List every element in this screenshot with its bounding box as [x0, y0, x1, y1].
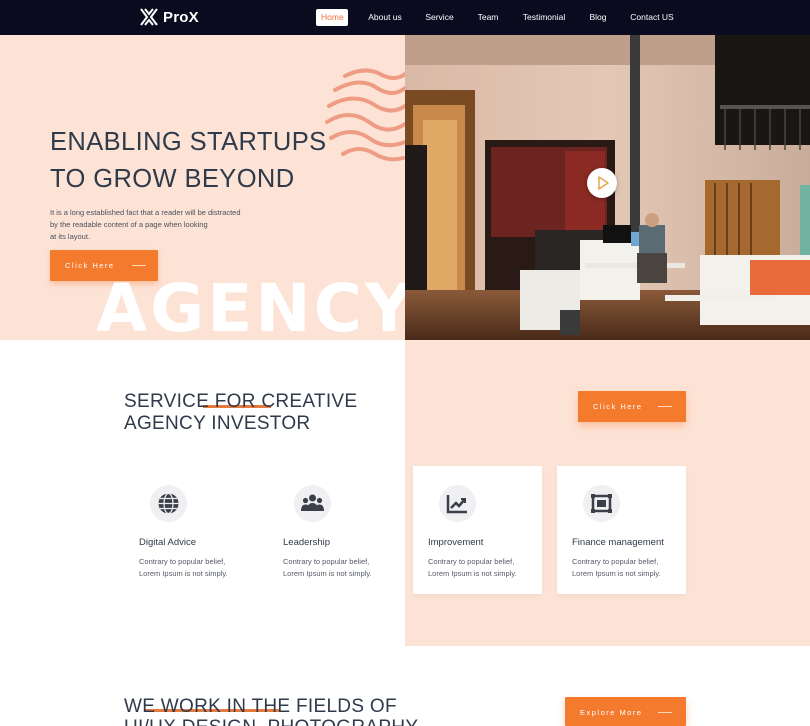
service-button-label: Click Here	[593, 402, 643, 411]
card-description-line2: Lorem Ipsum is not simply.	[572, 569, 661, 578]
globe-icon	[158, 492, 179, 515]
card-title: Digital Advice	[139, 537, 197, 548]
service-card-improvement[interactable]: Improvement Contrary to popular belief, …	[413, 466, 542, 594]
service-card-finance-management[interactable]: Finance management Contrary to popular b…	[557, 466, 686, 594]
hero-button-label: Click Here	[65, 261, 115, 270]
card-title: Finance management	[572, 537, 664, 548]
grid-icon	[591, 494, 612, 513]
play-video-button[interactable]	[587, 168, 617, 198]
nav-about-us[interactable]: About us	[365, 9, 405, 26]
card-description-line1: Contrary to popular belief,	[572, 557, 659, 566]
service-card-digital-advice[interactable]: Digital Advice Contrary to popular belie…	[124, 466, 253, 594]
arrow-icon	[658, 406, 672, 407]
play-icon	[598, 176, 609, 190]
brand-name: ProX	[163, 8, 199, 26]
chart-icon	[446, 495, 467, 514]
hero-description-line3: at its layout.	[50, 232, 91, 241]
nav-testimonial[interactable]: Testimonial	[520, 9, 568, 26]
nav-team[interactable]: Team	[475, 9, 501, 26]
team-icon	[301, 494, 324, 511]
service-title-line2: AGENCY INVESTOR	[124, 413, 311, 434]
hero-title-line2: TO GROW BEYOND	[50, 165, 295, 193]
arrow-icon	[658, 712, 672, 713]
card-description-line1: Contrary to popular belief,	[139, 557, 226, 566]
nav-home[interactable]: Home	[316, 9, 348, 26]
top-navbar: ProX Home About us Service Team Testimon…	[0, 0, 810, 35]
prox-logo-icon	[140, 8, 158, 26]
card-icon-circle	[150, 485, 187, 522]
card-description-line2: Lorem Ipsum is not simply.	[283, 569, 372, 578]
card-description-line1: Contrary to popular belief,	[283, 557, 370, 566]
brand-logo[interactable]: ProX	[139, 7, 199, 27]
agency-watermark: AGENCY	[96, 270, 416, 347]
explore-button-label: Explore More	[580, 708, 643, 717]
arrow-icon	[132, 265, 146, 266]
card-icon-circle	[294, 485, 331, 522]
card-description-line2: Lorem Ipsum is not simply.	[139, 569, 228, 578]
hero-description-line2: by the readable content of a page when l…	[50, 220, 208, 229]
service-title-line1: SERVICE FOR CREATIVE	[124, 391, 358, 412]
card-title: Leadership	[283, 537, 331, 548]
explore-more-button[interactable]: Explore More	[565, 697, 686, 726]
service-card-leadership[interactable]: Leadership Contrary to popular belief, L…	[268, 466, 397, 594]
fields-title-line1: WE WORK IN THE FIELDS OF	[124, 696, 397, 717]
card-icon-circle	[439, 485, 476, 522]
nav-contact-us[interactable]: Contact US	[628, 9, 676, 26]
hero-description-line1: It is a long established fact that a rea…	[50, 208, 241, 217]
nav-service[interactable]: Service	[423, 9, 456, 26]
card-description-line1: Contrary to popular belief,	[428, 557, 515, 566]
service-click-here-button[interactable]: Click Here	[578, 391, 686, 422]
hero-title-line1: ENABLING STARTUPS	[50, 128, 327, 156]
card-description-line2: Lorem Ipsum is not simply.	[428, 569, 517, 578]
card-title: Improvement	[428, 537, 484, 548]
nav-blog[interactable]: Blog	[586, 9, 610, 26]
card-icon-circle	[583, 485, 620, 522]
fields-title-line2: UI/UX DESIGN, PHOTOGRAPHY	[124, 717, 418, 726]
